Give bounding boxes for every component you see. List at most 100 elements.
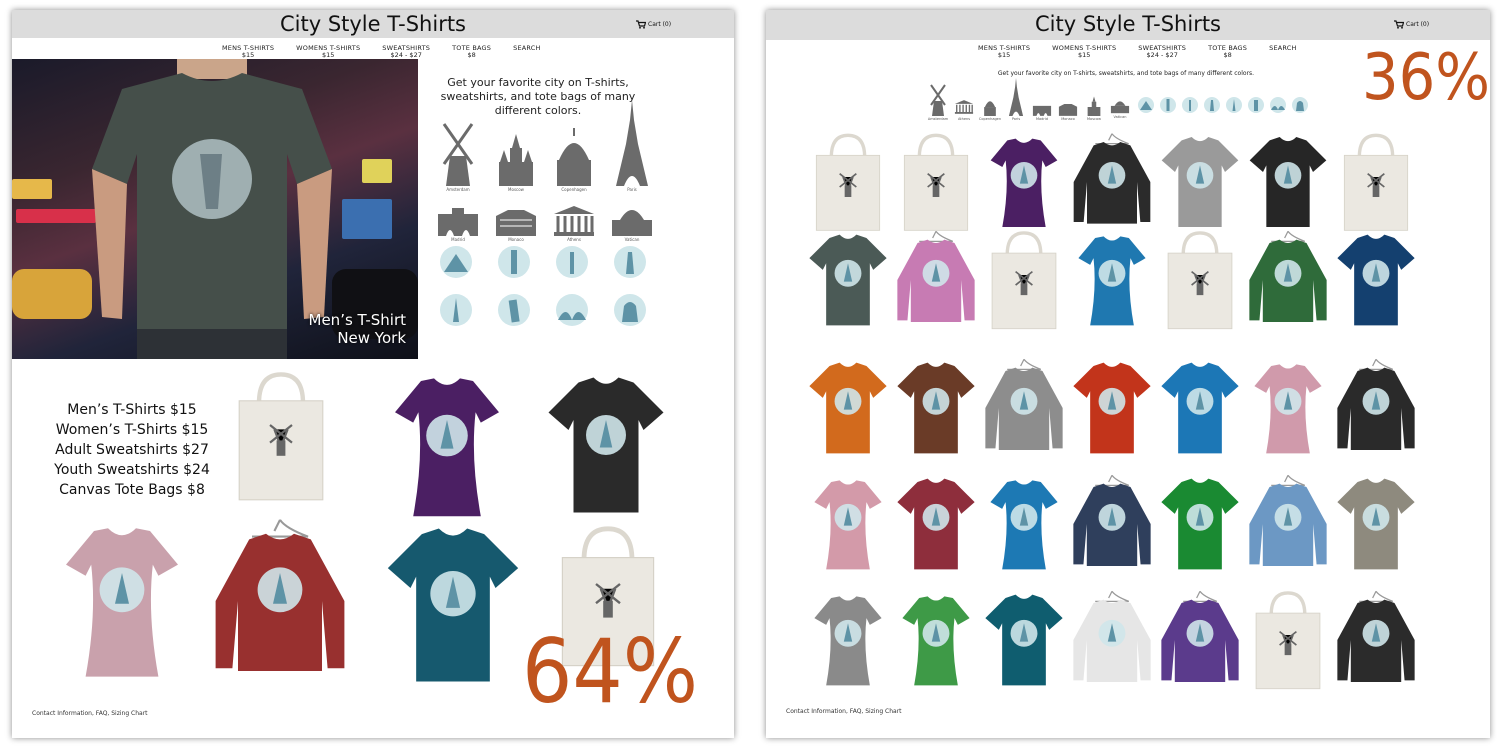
city-icon-blue-4[interactable] — [1202, 96, 1222, 114]
product-item[interactable] — [1246, 472, 1330, 576]
city-icon-madrid[interactable]: Madrid — [434, 206, 482, 242]
nav-tote-bags[interactable]: TOTE BAGS $8 — [452, 45, 491, 59]
nav-womens-tshirts[interactable]: WOMENS T-SHIRTS $15 — [1052, 45, 1116, 59]
product-item[interactable] — [1158, 588, 1242, 692]
price-list: Men’s T-Shirts $15 Women’s T-Shirts $15 … — [42, 400, 222, 500]
city-icon-paris[interactable]: Paris — [1004, 78, 1028, 121]
product-item[interactable] — [1334, 472, 1418, 576]
product-item[interactable] — [982, 356, 1066, 460]
nav-search[interactable]: SEARCH — [513, 45, 541, 59]
product-item[interactable] — [894, 588, 978, 692]
city-icon-paris[interactable]: Paris — [608, 100, 656, 192]
product-item[interactable] — [536, 370, 676, 520]
city-icon-blue-3[interactable] — [1180, 96, 1200, 114]
product-item[interactable] — [382, 366, 512, 526]
product-item[interactable] — [1070, 228, 1154, 332]
city-icon-blue-4[interactable] — [610, 244, 650, 280]
cart-link[interactable]: Cart (0) — [636, 20, 671, 29]
product-item[interactable] — [52, 516, 192, 686]
product-item[interactable] — [1158, 472, 1242, 576]
site-title[interactable]: City Style T-Shirts — [766, 13, 1490, 35]
product-image — [1254, 364, 1322, 454]
product-item[interactable] — [1158, 228, 1242, 332]
nav-womens-tshirts[interactable]: WOMENS T-SHIRTS $15 — [296, 45, 360, 59]
cart-link[interactable]: Cart (0) — [1394, 20, 1429, 29]
product-item[interactable] — [378, 520, 528, 690]
product-item[interactable] — [1334, 132, 1418, 232]
city-icon-blue-8[interactable] — [1290, 96, 1310, 114]
city-icon-moscow[interactable]: Moscow — [492, 122, 540, 192]
hero-banner[interactable]: Men’s T-Shirt New York — [12, 59, 418, 359]
city-icon-vatican[interactable]: Vatican — [1108, 96, 1132, 119]
percent-label: 64% — [522, 620, 698, 723]
product-image — [1078, 236, 1146, 326]
city-icon-monaco[interactable]: Monaco — [1056, 102, 1080, 121]
city-icon-blue-5[interactable] — [1224, 96, 1244, 114]
city-icon-copenhagen[interactable]: Copenhagen — [550, 122, 598, 192]
city-icon-amsterdam[interactable]: Amsterdam — [434, 122, 482, 192]
product-item[interactable] — [1334, 228, 1418, 332]
product-item[interactable] — [982, 228, 1066, 332]
product-item[interactable] — [1334, 588, 1418, 692]
product-item[interactable] — [1070, 132, 1154, 232]
city-icon-blue-7[interactable] — [552, 292, 592, 328]
city-icon-blue-2[interactable] — [1158, 96, 1178, 114]
product-item[interactable] — [1334, 356, 1418, 460]
nav-mens-tshirts[interactable]: MENS T-SHIRTS $15 — [222, 45, 274, 59]
nav-sweatshirts[interactable]: SWEATSHIRTS $24 - $27 — [382, 45, 430, 59]
product-image — [1337, 358, 1415, 450]
product-item[interactable] — [806, 472, 890, 576]
product-item[interactable] — [894, 228, 978, 332]
product-image — [814, 480, 882, 570]
city-icon-monaco[interactable]: Monaco — [492, 206, 540, 242]
product-item[interactable] — [806, 588, 890, 692]
product-item[interactable] — [1246, 228, 1330, 332]
product-item[interactable] — [1246, 588, 1330, 692]
nav-tote-bags[interactable]: TOTE BAGS $8 — [1208, 45, 1247, 59]
product-image — [990, 480, 1058, 570]
product-item[interactable] — [1246, 132, 1330, 232]
product-item[interactable] — [1158, 132, 1242, 232]
city-icon-vatican[interactable]: Vatican — [608, 200, 656, 242]
city-icon-blue-6[interactable] — [494, 292, 534, 328]
city-icon-blue-5[interactable] — [436, 292, 476, 328]
city-icon-moscow[interactable]: Moscow — [1082, 92, 1106, 121]
product-item[interactable] — [894, 132, 978, 232]
nav-mens-tshirts[interactable]: MENS T-SHIRTS $15 — [978, 45, 1030, 59]
nav-sweatshirts[interactable]: SWEATSHIRTS $24 - $27 — [1138, 45, 1186, 59]
price-tote: Canvas Tote Bags $8 — [59, 482, 205, 498]
city-icon-athens[interactable]: Athens — [952, 98, 976, 121]
city-icon-blue-2[interactable] — [494, 244, 534, 280]
city-icon-blue-7[interactable] — [1268, 96, 1288, 114]
city-icon-athens[interactable]: Athens — [550, 206, 598, 242]
footer-links[interactable]: Contact Information, FAQ, Sizing Chart — [786, 708, 902, 715]
product-item[interactable] — [806, 356, 890, 460]
product-item[interactable] — [1070, 356, 1154, 460]
city-icon-blue-3[interactable] — [552, 244, 592, 280]
city-icon-blue-8[interactable] — [610, 292, 650, 328]
product-item[interactable] — [1070, 472, 1154, 576]
product-item[interactable] — [982, 588, 1066, 692]
product-item[interactable] — [894, 356, 978, 460]
product-item[interactable] — [1070, 588, 1154, 692]
city-icon-madrid[interactable]: Madrid — [1030, 102, 1054, 121]
site-title[interactable]: City Style T-Shirts — [12, 13, 734, 35]
product-image — [66, 528, 178, 677]
product-item[interactable] — [806, 228, 890, 332]
product-image — [985, 594, 1063, 686]
product-item[interactable] — [806, 132, 890, 232]
product-item[interactable] — [226, 356, 336, 516]
city-icon-blue-1[interactable] — [1136, 96, 1156, 114]
footer-links[interactable]: Contact Information, FAQ, Sizing Chart — [32, 710, 148, 717]
nav-search[interactable]: SEARCH — [1269, 45, 1297, 59]
product-item[interactable] — [210, 516, 350, 686]
product-item[interactable] — [1158, 356, 1242, 460]
city-icon-amsterdam[interactable]: Amsterdam — [926, 84, 950, 121]
product-item[interactable] — [982, 132, 1066, 232]
product-item[interactable] — [894, 472, 978, 576]
product-item[interactable] — [1246, 356, 1330, 460]
city-icon-blue-6[interactable] — [1246, 96, 1266, 114]
city-icon-blue-1[interactable] — [436, 244, 476, 280]
city-icon-copenhagen[interactable]: Copenhagen — [978, 94, 1002, 121]
product-item[interactable] — [982, 472, 1066, 576]
